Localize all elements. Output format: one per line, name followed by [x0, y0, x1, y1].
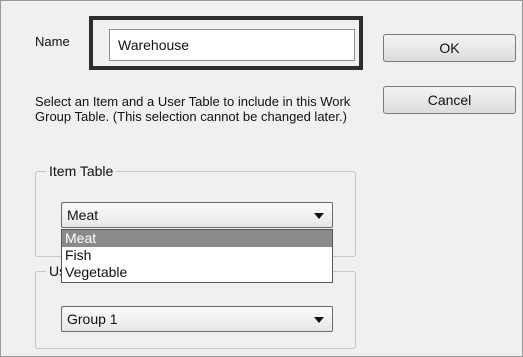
chevron-down-icon[interactable] — [314, 213, 324, 219]
dropdown-option-vegetable[interactable]: Vegetable — [62, 264, 332, 281]
cancel-button[interactable]: Cancel — [383, 86, 516, 114]
chevron-down-icon[interactable] — [314, 317, 324, 323]
user-table-select[interactable]: Group 1 — [61, 306, 333, 332]
instructions-text: Select an Item and a User Table to inclu… — [35, 94, 351, 124]
item-table-selected-value: Meat — [67, 207, 99, 223]
work-group-dialog: Name OK Cancel Select an Item and a User… — [0, 0, 523, 357]
dropdown-option-meat[interactable]: Meat — [62, 230, 332, 247]
name-label: Name — [35, 34, 70, 49]
ok-button[interactable]: OK — [383, 34, 516, 62]
name-field[interactable] — [109, 29, 355, 61]
user-table-selected-value: Group 1 — [67, 311, 118, 327]
item-table-select[interactable]: Meat — [61, 202, 333, 228]
dropdown-option-fish[interactable]: Fish — [62, 247, 332, 264]
item-table-title: Item Table — [46, 163, 117, 179]
item-table-dropdown-list: Meat Fish Vegetable — [61, 229, 333, 283]
